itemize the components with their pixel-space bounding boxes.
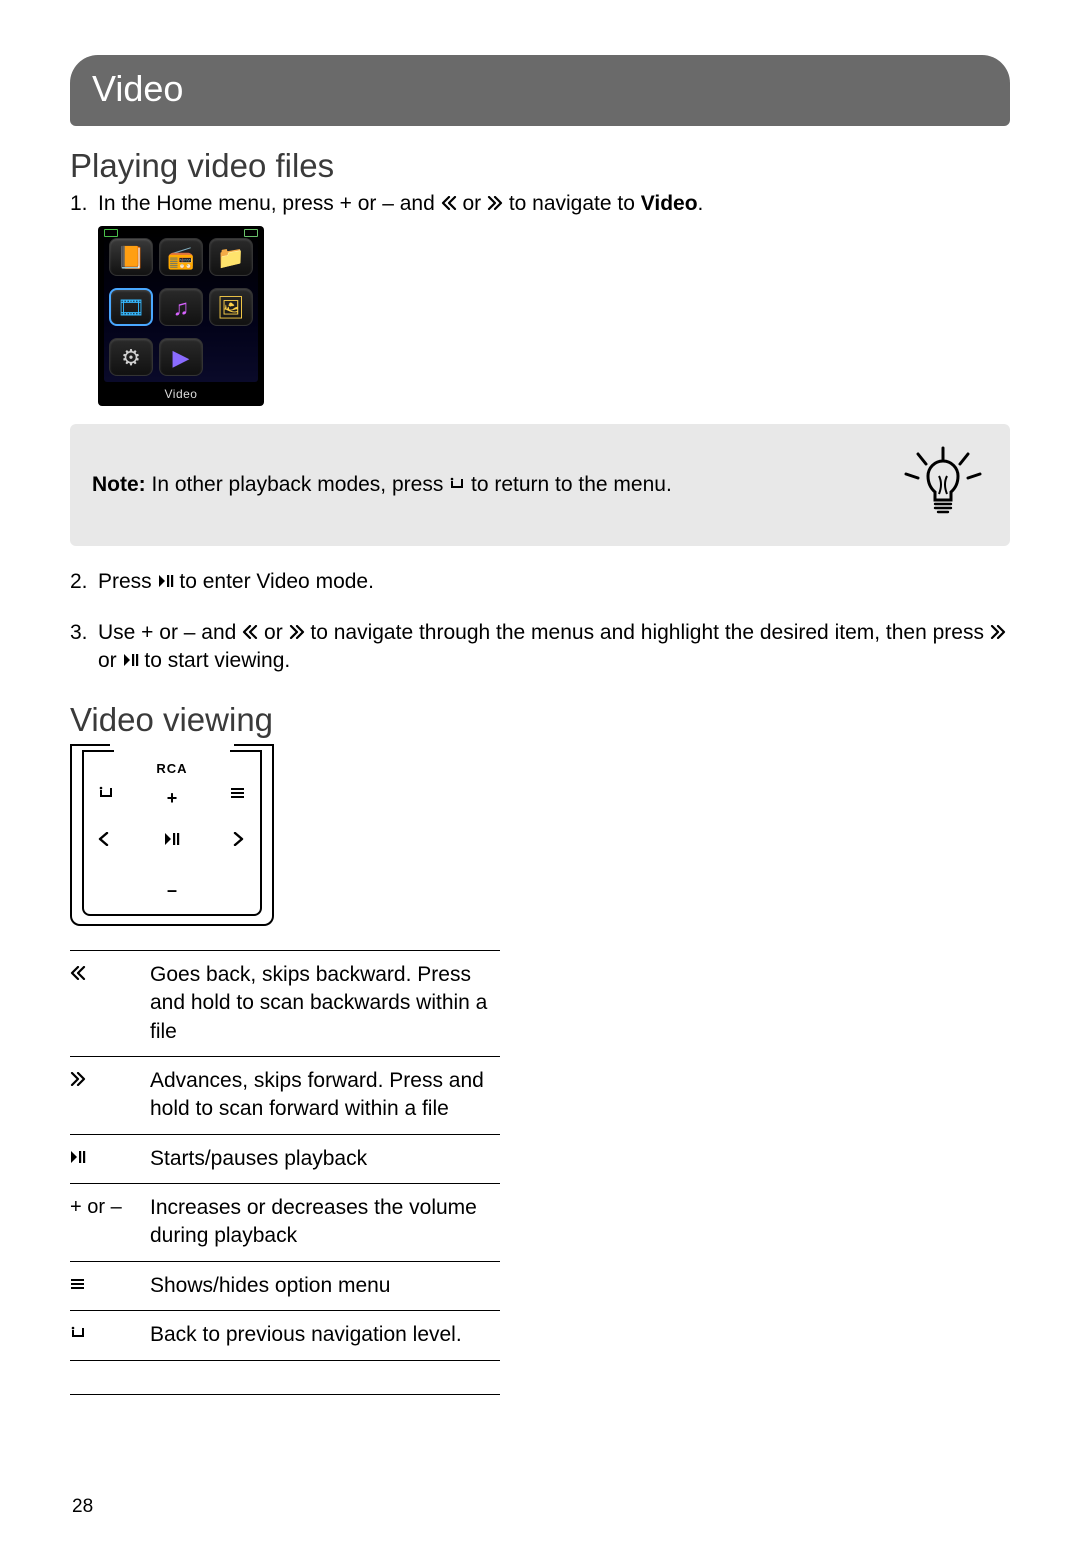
- double-left-icon: [242, 625, 258, 639]
- step-number: 2.: [70, 568, 98, 596]
- step-1: 1. In the Home menu, press + or – and or…: [70, 190, 1010, 218]
- step-text: .: [698, 192, 704, 215]
- playpause-icon: [123, 653, 139, 667]
- table-row: Shows/hides option menu: [70, 1262, 500, 1311]
- step-text: Press: [98, 570, 158, 593]
- table-row: + or – Increases or decreases the volume…: [70, 1184, 500, 1262]
- video-tile-icon: 🎞: [109, 288, 153, 326]
- step-text: or: [462, 192, 487, 215]
- control-description: Advances, skips forward. Press and hold …: [150, 1067, 496, 1124]
- control-description: Back to previous navigation level.: [150, 1321, 496, 1349]
- step-bold: Video: [641, 192, 698, 215]
- note-label: Note:: [92, 473, 146, 496]
- playpause-icon: [158, 574, 174, 588]
- brand-label: RCA: [72, 760, 272, 778]
- files-tile-icon: 📁: [209, 238, 253, 276]
- note-box: Note: In other playback modes, press to …: [70, 424, 1010, 546]
- section-playing-heading: Playing video files: [70, 144, 1010, 189]
- home-status-icon: [104, 229, 118, 237]
- double-right-icon: [487, 196, 503, 210]
- table-row: Advances, skips forward. Press and hold …: [70, 1057, 500, 1135]
- left-icon: [97, 832, 113, 846]
- back-icon: [98, 786, 114, 800]
- note-text: to return to the menu.: [471, 473, 672, 496]
- audiobook-tile-icon: 📙: [109, 238, 153, 276]
- step-text: Use + or – and: [98, 621, 242, 644]
- playpause-icon: [164, 832, 180, 846]
- back-icon: [449, 477, 465, 491]
- battery-icon: [244, 229, 258, 237]
- control-pad-illustration: RCA + –: [70, 746, 274, 926]
- step-text: to enter Video mode.: [179, 570, 374, 593]
- step-3: 3. Use + or – and or to navigate through…: [70, 619, 1010, 676]
- chapter-title: Video: [70, 55, 1010, 126]
- table-row: Starts/pauses playback: [70, 1135, 500, 1184]
- nowplaying-tile-icon: ▶: [159, 338, 203, 376]
- music-tile-icon: ♫: [159, 288, 203, 326]
- device-home-screen: 📙 📻 📁 🎞 ♫ 🖼 ⚙ ▶ Video: [98, 226, 264, 406]
- photo-tile-icon: 🖼: [209, 288, 253, 326]
- back-icon: [70, 1326, 86, 1340]
- note-text: In other playback modes, press: [146, 473, 450, 496]
- step-text: or: [264, 621, 289, 644]
- control-description: Increases or decreases the volume during…: [150, 1194, 496, 1251]
- control-description: Goes back, skips backward. Press and hol…: [150, 961, 496, 1046]
- control-description: Starts/pauses playback: [150, 1145, 496, 1173]
- plus-button-label: +: [167, 786, 178, 810]
- settings-tile-icon: ⚙: [109, 338, 153, 376]
- control-description: Shows/hides option menu: [150, 1272, 496, 1300]
- double-left-icon: [70, 966, 86, 980]
- step-text: to navigate through the menus and highli…: [310, 621, 989, 644]
- step-text: In the Home menu, press + or – and: [98, 192, 441, 215]
- playpause-icon: [70, 1150, 86, 1164]
- step-2: 2. Press to enter Video mode.: [70, 568, 1010, 596]
- double-right-icon: [990, 625, 1006, 639]
- device-label: Video: [98, 386, 264, 402]
- step-number: 1.: [70, 190, 98, 218]
- table-row: Back to previous navigation level.: [70, 1311, 500, 1360]
- step-text: to start viewing.: [144, 649, 290, 672]
- menu-icon: [230, 786, 246, 800]
- section-viewing-heading: Video viewing: [70, 698, 1010, 743]
- table-row: [70, 1361, 500, 1395]
- step-text: to navigate to: [509, 192, 641, 215]
- page-number: 28: [72, 1494, 93, 1520]
- radio-tile-icon: 📻: [159, 238, 203, 276]
- right-icon: [231, 832, 247, 846]
- lightbulb-icon: [898, 446, 988, 524]
- step-number: 3.: [70, 619, 98, 676]
- step-text: or: [98, 649, 123, 672]
- control-key: + or –: [70, 1194, 150, 1251]
- double-right-icon: [70, 1072, 86, 1086]
- double-left-icon: [441, 196, 457, 210]
- table-row: Goes back, skips backward. Press and hol…: [70, 951, 500, 1057]
- controls-table: Goes back, skips backward. Press and hol…: [70, 950, 500, 1394]
- double-right-icon: [289, 625, 305, 639]
- menu-icon: [70, 1277, 86, 1291]
- minus-button-label: –: [167, 878, 177, 902]
